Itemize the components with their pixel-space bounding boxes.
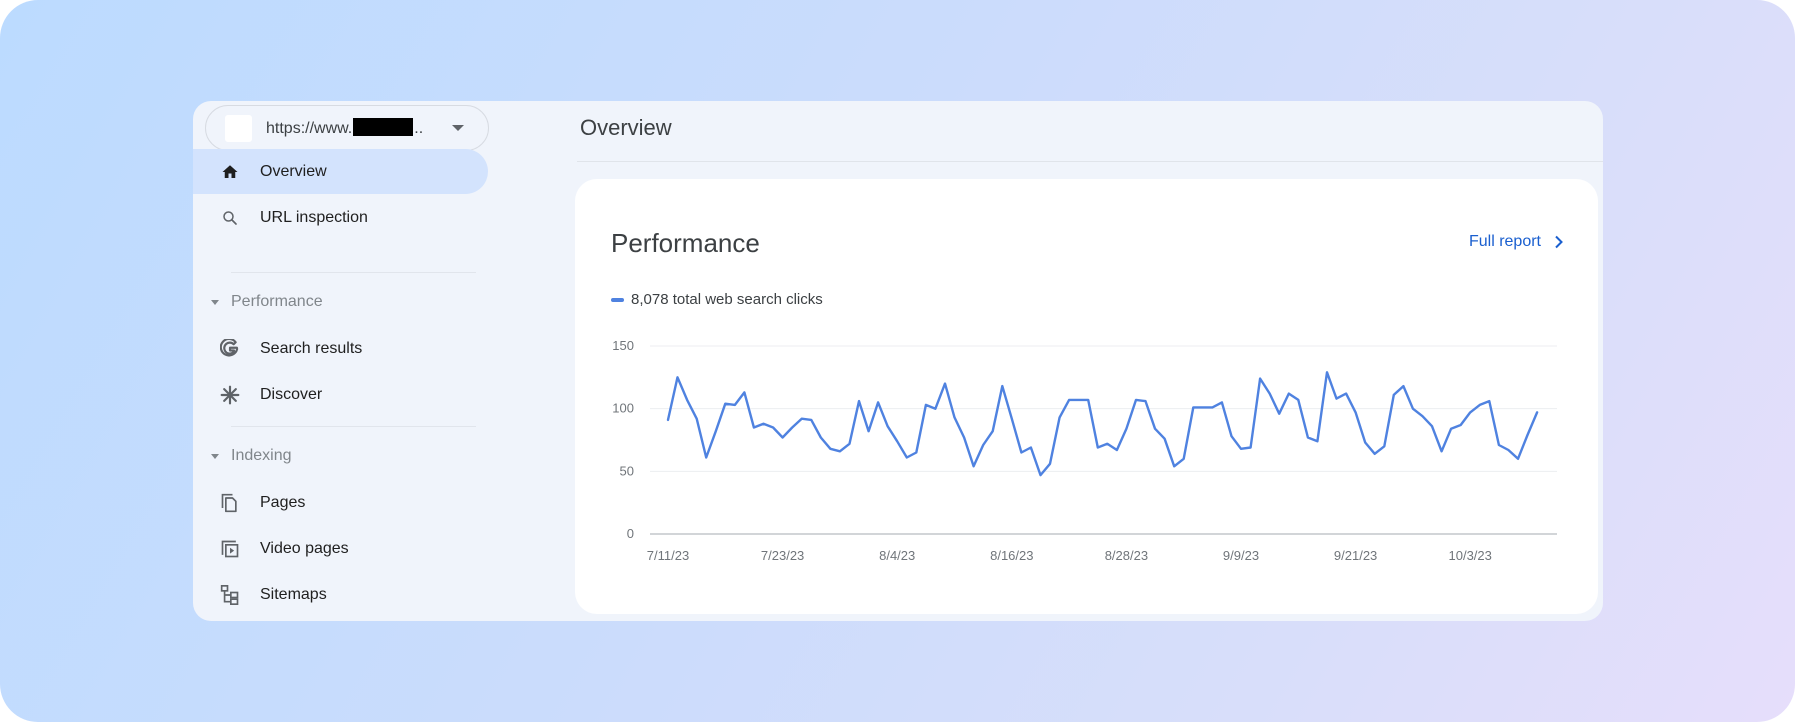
property-url: https://www... xyxy=(266,118,423,138)
clicks-series-line xyxy=(666,371,1539,477)
sidebar-item-sitemaps[interactable]: Sitemaps xyxy=(193,572,488,617)
collapse-arrow-icon xyxy=(211,299,219,305)
x-tick-label: 10/3/23 xyxy=(1449,548,1492,563)
section-toggle-performance[interactable]: Performance xyxy=(211,290,323,314)
x-tick-label: 9/21/23 xyxy=(1334,548,1377,563)
x-tick-label: 9/9/23 xyxy=(1223,548,1259,563)
y-tick-label: 0 xyxy=(627,526,634,541)
x-tick-label: 8/4/23 xyxy=(879,548,915,563)
sidebar-item-label: URL inspection xyxy=(260,208,368,226)
sidebar-item-pages[interactable]: Pages xyxy=(193,480,488,525)
sidebar-item-label: Discover xyxy=(260,385,323,403)
y-tick-label: 100 xyxy=(612,401,634,416)
redacted-domain xyxy=(353,118,414,136)
sidebar-item-label: Video pages xyxy=(260,539,349,557)
collapse-arrow-icon xyxy=(211,453,219,459)
y-tick-label: 50 xyxy=(620,463,634,478)
dropdown-caret-icon[interactable] xyxy=(452,125,464,131)
site-favicon xyxy=(225,114,252,142)
x-tick-label: 8/16/23 xyxy=(990,548,1033,563)
x-tick-label: 7/23/23 xyxy=(761,548,804,563)
home-icon xyxy=(219,161,241,183)
sidebar-item-search-results[interactable]: Search results xyxy=(193,326,488,371)
sitemap-icon xyxy=(219,584,241,606)
search-icon xyxy=(219,207,241,229)
sidebar-divider xyxy=(231,272,476,273)
section-label: Indexing xyxy=(231,447,292,464)
property-url-ellipsis: .. xyxy=(414,120,424,137)
section-toggle-indexing[interactable]: Indexing xyxy=(211,444,292,468)
property-url-text: https://www. xyxy=(266,120,353,137)
sidebar-item-label: Overview xyxy=(260,162,327,180)
sidebar-item-overview[interactable]: Overview xyxy=(193,149,488,194)
section-label: Performance xyxy=(231,293,323,310)
sidebar-item-label: Search results xyxy=(260,339,363,357)
header-divider xyxy=(577,161,1603,162)
google-g-icon xyxy=(219,338,241,360)
x-tick-label: 8/28/23 xyxy=(1105,548,1148,563)
pages-icon xyxy=(219,492,241,514)
property-selector[interactable]: https://www... xyxy=(205,105,489,151)
clicks-line-chart: 0 50 100 150 7/11/23 7/23/23 8/4/23 8/16/23 8/2… xyxy=(612,338,1557,563)
video-pages-icon xyxy=(219,538,241,560)
page-title: Overview xyxy=(580,115,672,140)
y-tick-label: 150 xyxy=(612,338,634,353)
search-console-window: https://www... Overview URL inspection P… xyxy=(193,101,1603,621)
performance-card: Performance Full report 8,078 total web … xyxy=(575,179,1598,614)
x-tick-label: 7/11/23 xyxy=(647,548,689,563)
sidebar-item-url-inspection[interactable]: URL inspection xyxy=(193,195,488,240)
sidebar-item-video-pages[interactable]: Video pages xyxy=(193,526,488,571)
asterisk-icon xyxy=(219,384,241,406)
sidebar-item-label: Pages xyxy=(260,493,306,511)
sidebar-item-discover[interactable]: Discover xyxy=(193,372,488,417)
sidebar-divider xyxy=(231,426,476,427)
sidebar-item-label: Sitemaps xyxy=(260,585,327,603)
